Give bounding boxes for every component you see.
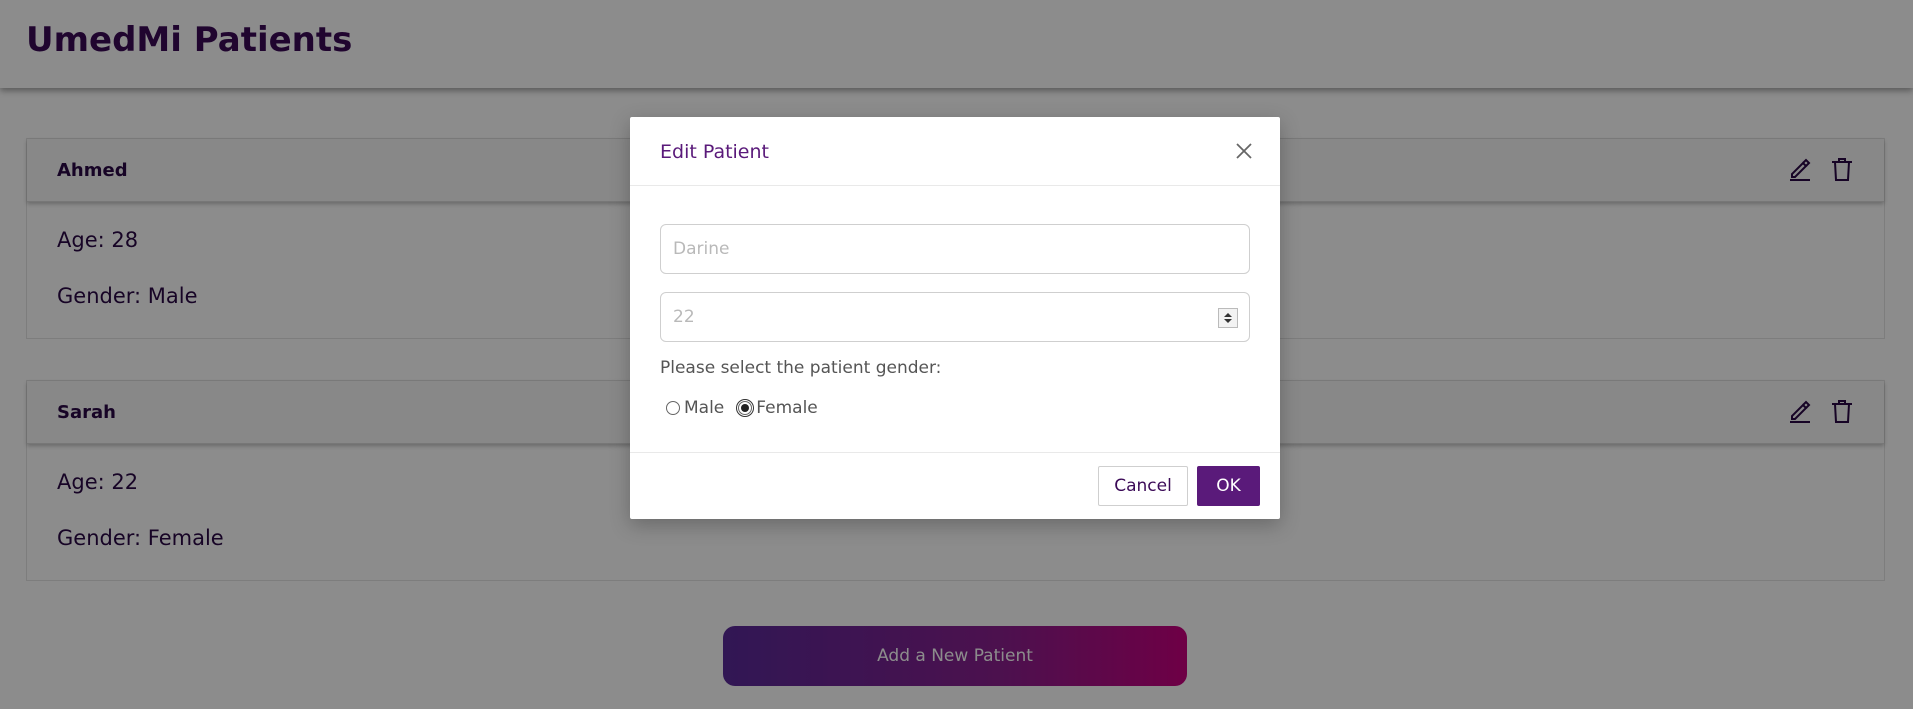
cancel-button[interactable]: Cancel: [1098, 466, 1188, 506]
gender-radio-group: Male Female: [660, 398, 1250, 418]
patient-name-input[interactable]: [660, 224, 1250, 274]
stepper-arrows-icon: [1224, 313, 1232, 323]
dialog-title: Edit Patient: [660, 141, 769, 163]
age-field-wrapper: [660, 292, 1250, 342]
gender-prompt: Please select the patient gender:: [660, 358, 942, 378]
page: UmedMi Patients Ahmed Age: 28 Gender: Ma…: [0, 0, 1913, 709]
gender-male-radio[interactable]: [666, 401, 680, 415]
ok-button[interactable]: OK: [1197, 466, 1260, 506]
patient-age-input[interactable]: [660, 292, 1250, 342]
age-stepper[interactable]: [1218, 308, 1238, 328]
dialog-footer: Cancel OK: [630, 452, 1280, 519]
close-icon[interactable]: [1232, 139, 1256, 163]
gender-female-label[interactable]: Female: [756, 398, 817, 418]
dialog-body: Please select the patient gender: Male F…: [630, 186, 1280, 418]
dialog-header: Edit Patient: [630, 117, 1280, 186]
gender-male-label[interactable]: Male: [684, 398, 724, 418]
edit-patient-dialog: Edit Patient Please select the: [630, 117, 1280, 519]
gender-female-radio[interactable]: [736, 399, 755, 417]
